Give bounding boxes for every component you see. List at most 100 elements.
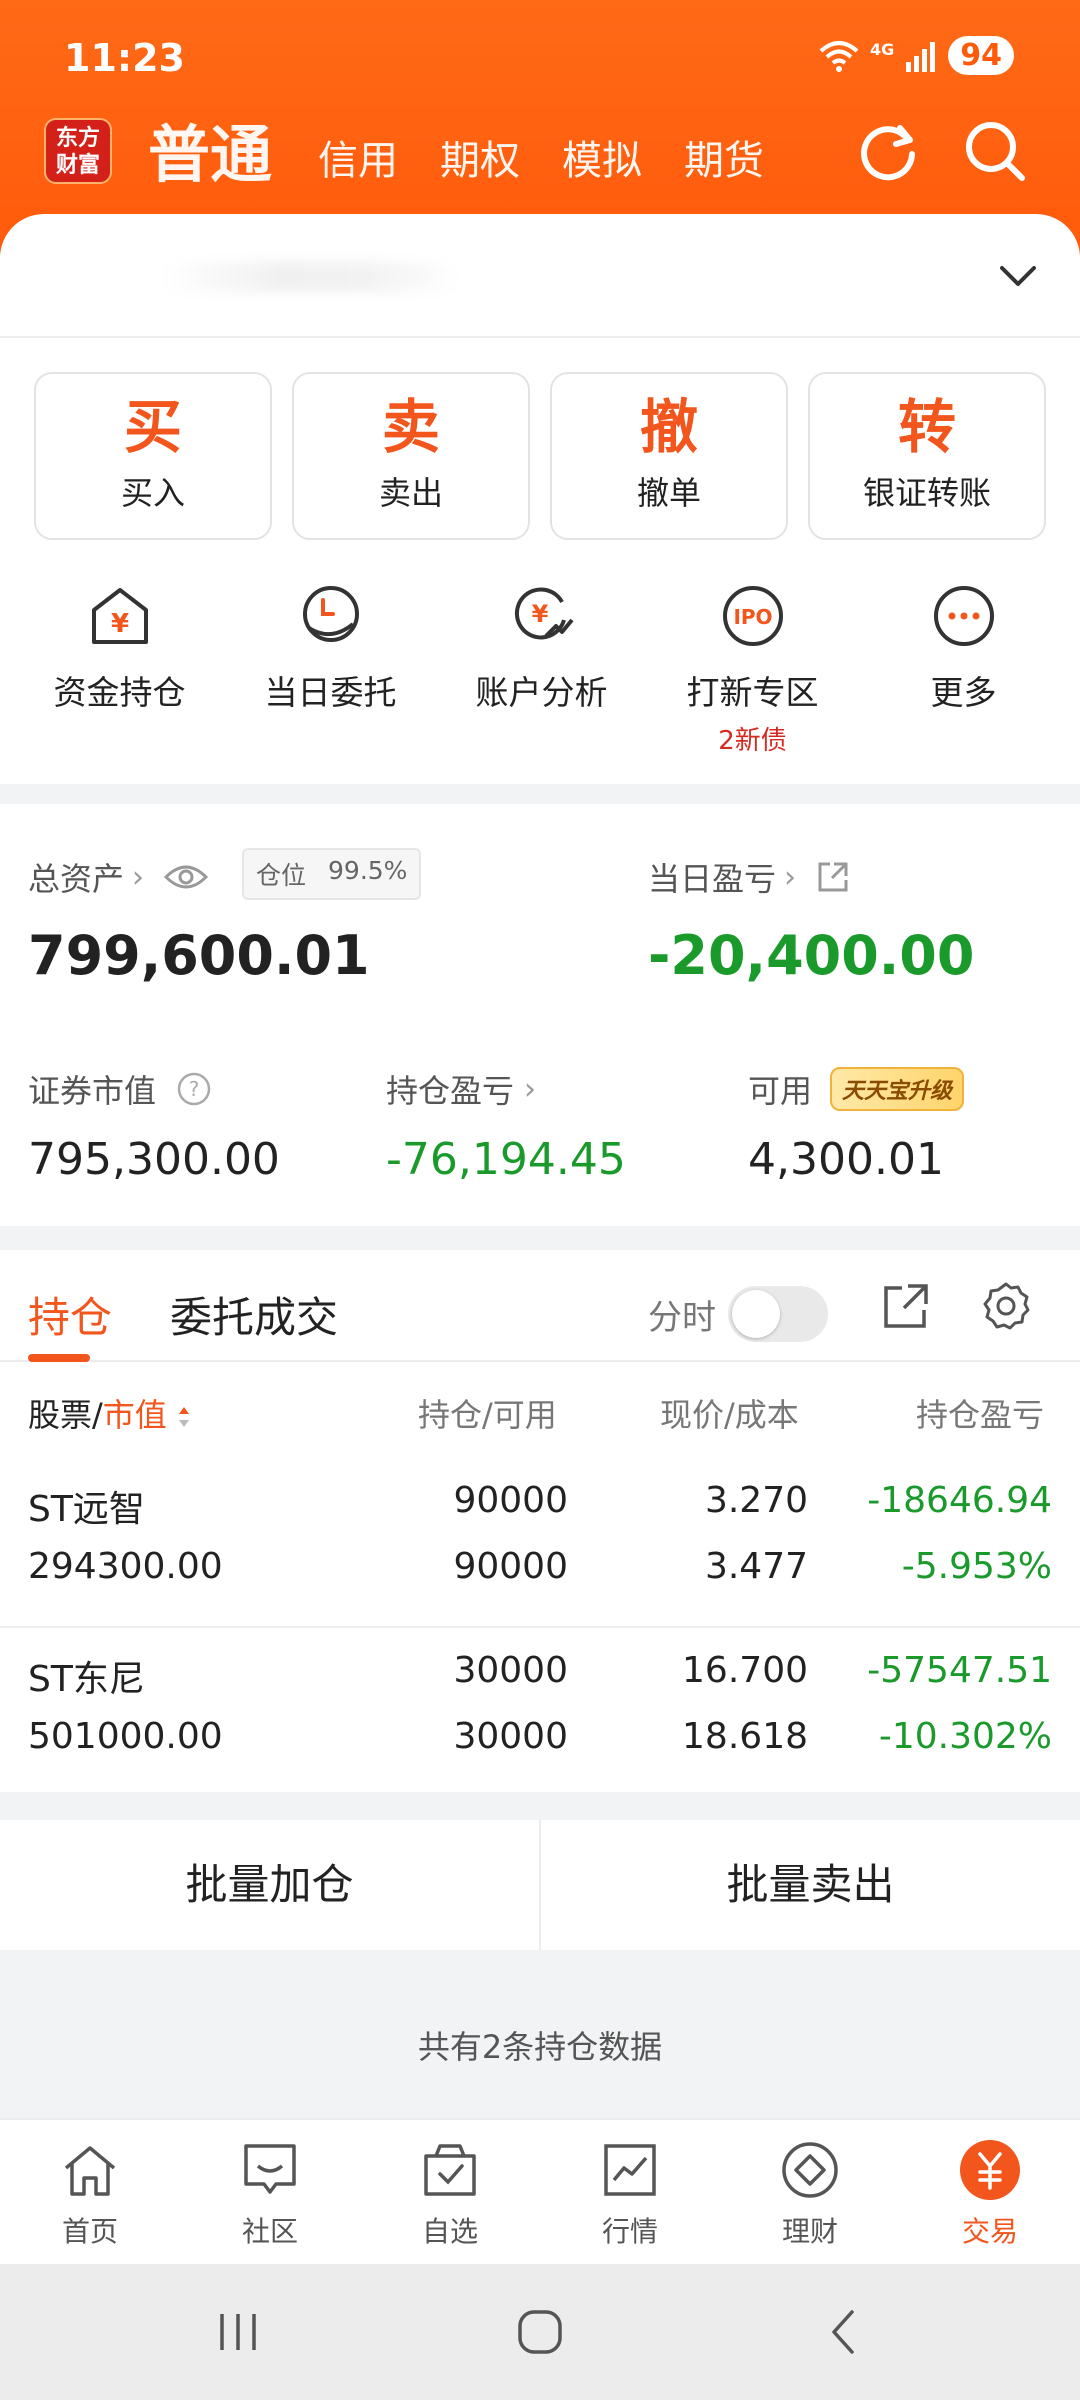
nav-community[interactable]: 社区 — [180, 2120, 360, 2264]
active-tab-indicator — [28, 1354, 90, 1362]
tab-futures[interactable]: 期货 — [684, 128, 764, 198]
eye-icon[interactable] — [164, 862, 209, 892]
intraday-toggle-group: 分时 — [648, 1286, 828, 1342]
intraday-toggle[interactable] — [728, 1286, 828, 1342]
trade-actions: 买 买入 卖 卖出 撤 撤单 转 银证转账 — [34, 372, 1046, 540]
header-position-available: 持仓/可用 — [418, 1396, 557, 1434]
refresh-icon[interactable] — [856, 118, 922, 184]
eastmoney-logo: 东方 财富 — [44, 118, 112, 184]
asset-summary: 总资产 › 仓位 99.5% 799,600.01 当日盈亏 › -20,400… — [0, 804, 1080, 1226]
tab-credit[interactable]: 信用 — [318, 128, 398, 198]
recent-apps-icon[interactable] — [212, 2306, 264, 2358]
available-metric: 可用 天天宝升级 4,300.01 — [748, 1066, 965, 1185]
home-button-icon[interactable] — [514, 2306, 566, 2358]
tab-simulated[interactable]: 模拟 — [562, 128, 642, 198]
quick-daily-orders[interactable]: 当日委托 — [225, 580, 436, 757]
quick-funds-positions[interactable]: ¥ 资金持仓 — [14, 580, 225, 757]
daily-pl-value: -20,400.00 — [648, 924, 975, 987]
sell-button[interactable]: 卖 卖出 — [292, 372, 530, 540]
table-row[interactable]: ST东尼 501000.00 30000 30000 16.700 18.618… — [0, 1626, 1080, 1794]
cancel-order-button[interactable]: 撤 撤单 — [550, 372, 788, 540]
chevron-right-icon: › — [524, 1071, 537, 1107]
batch-add-button[interactable]: 批量加仓 — [0, 1820, 539, 1950]
holding-pl: -57547.51 — [867, 1650, 1052, 1691]
transfer-label: 银证转账 — [862, 474, 991, 512]
stock-name: ST东尼 — [28, 1659, 145, 1700]
battery-level: 94 — [948, 36, 1014, 75]
cost-price: 18.618 — [682, 1716, 808, 1757]
chevron-right-icon: › — [784, 859, 797, 895]
more-icon — [933, 586, 994, 646]
nav-home[interactable]: 首页 — [0, 2120, 180, 2264]
table-row[interactable]: ST远智 294300.00 90000 90000 3.270 3.477 -… — [0, 1458, 1080, 1626]
stock-market-value: 294300.00 — [28, 1546, 223, 1587]
cost-price: 3.477 — [704, 1546, 808, 1587]
signal-icon — [906, 41, 936, 72]
position-qty: 90000 — [453, 1480, 568, 1521]
back-icon[interactable] — [818, 2306, 870, 2358]
status-icons: 4G 94 — [818, 36, 1014, 75]
available-qty: 30000 — [453, 1716, 568, 1757]
stock-market-value: 501000.00 — [28, 1716, 223, 1757]
quick-account-analysis[interactable]: ¥ 账户分析 — [436, 580, 647, 757]
daily-order-icon — [302, 586, 359, 642]
buy-label: 买入 — [120, 474, 185, 512]
sell-glyph: 卖 — [381, 393, 440, 461]
svg-text:¥: ¥ — [531, 600, 548, 628]
account-selector[interactable] — [0, 214, 1080, 338]
daily-pl-label[interactable]: 当日盈亏 › — [648, 854, 850, 900]
stock-name: ST远智 — [28, 1489, 145, 1530]
wealth-icon — [782, 2142, 838, 2198]
svg-text:¥: ¥ — [110, 609, 128, 639]
account-type-tabs: 普通 信用 期权 模拟 期货 — [148, 108, 806, 198]
trade-icon — [960, 2140, 1020, 2200]
status-time: 11:23 — [64, 36, 185, 80]
transfer-glyph: 转 — [897, 393, 956, 461]
funds-house-icon: ¥ — [91, 588, 148, 644]
system-nav-bar — [0, 2264, 1080, 2400]
tiantianbao-upgrade-badge[interactable]: 天天宝升级 — [830, 1067, 965, 1111]
header-price-cost: 现价/成本 — [660, 1396, 799, 1434]
trade-card: 买 买入 卖 卖出 撤 撤单 转 银证转账 ¥ 资金持仓 当日委托 ¥ 账户分析… — [0, 214, 1080, 784]
external-link-icon[interactable] — [816, 860, 850, 894]
tab-positions[interactable]: 持仓 — [28, 1284, 112, 1345]
holdings-panel: 持仓 委托成交 分时 股票/市值 持仓/可用 现价/成本 持仓盈亏 ST远智 2… — [0, 1250, 1080, 1792]
cancel-glyph: 撤 — [639, 393, 698, 461]
header-stock-marketvalue[interactable]: 股票/市值 — [28, 1390, 191, 1436]
ipo-icon: IPO — [722, 586, 783, 646]
share-icon[interactable] — [880, 1280, 932, 1332]
svg-text:?: ? — [189, 1077, 200, 1101]
total-assets-label[interactable]: 总资产 › — [28, 854, 209, 900]
search-icon[interactable] — [962, 118, 1028, 184]
svg-text:IPO: IPO — [733, 605, 772, 629]
bank-transfer-button[interactable]: 转 银证转账 — [808, 372, 1046, 540]
position-ratio-badge: 仓位 99.5% — [242, 848, 422, 900]
holding-pl-value: -76,194.45 — [386, 1134, 626, 1185]
quick-more[interactable]: 更多 — [858, 580, 1069, 757]
chevron-down-icon[interactable] — [996, 258, 1040, 294]
nav-trade[interactable]: 交易 — [900, 2120, 1080, 2264]
tab-orders-trades[interactable]: 委托成交 — [170, 1284, 338, 1345]
position-qty: 30000 — [453, 1650, 568, 1691]
nav-market[interactable]: 行情 — [540, 2120, 720, 2264]
holding-pl-metric[interactable]: 持仓盈亏 › -76,194.45 — [386, 1066, 626, 1186]
sort-icon — [178, 1407, 189, 1427]
nav-watchlist[interactable]: 自选 — [360, 2120, 540, 2264]
holdings-count-note: 共有2条持仓数据 — [417, 2028, 663, 2066]
tab-options[interactable]: 期权 — [440, 128, 520, 198]
quick-ipo-zone[interactable]: IPO 打新专区 2新债 — [647, 580, 858, 757]
network-type: 4G — [869, 39, 895, 59]
chevron-right-icon: › — [132, 859, 145, 895]
sell-label: 卖出 — [378, 474, 443, 512]
holding-pl: -18646.94 — [867, 1480, 1052, 1521]
gear-icon[interactable] — [980, 1280, 1032, 1332]
help-icon[interactable]: ? — [176, 1071, 212, 1107]
watchlist-icon — [424, 2144, 476, 2196]
quick-entry-row: ¥ 资金持仓 当日委托 ¥ 账户分析 IPO 打新专区 2新债 更多 — [0, 580, 1080, 757]
batch-sell-button[interactable]: 批量卖出 — [541, 1820, 1080, 1950]
tab-ordinary[interactable]: 普通 — [148, 104, 272, 198]
buy-button[interactable]: 买 买入 — [34, 372, 272, 540]
holding-pl-pct: -10.302% — [878, 1716, 1052, 1757]
current-price: 3.270 — [704, 1480, 808, 1521]
nav-wealth[interactable]: 理财 — [720, 2120, 900, 2264]
